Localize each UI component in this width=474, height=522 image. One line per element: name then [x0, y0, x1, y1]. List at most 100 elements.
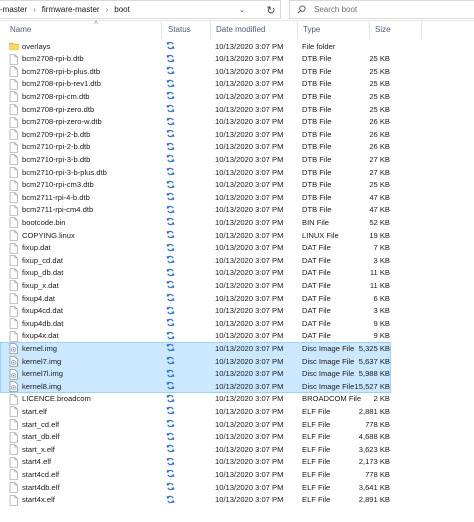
sync-status-icon: [166, 129, 175, 141]
file-row[interactable]: kernel8.img 10/13/2020 3:07 PM Disc Image …: [0, 380, 474, 393]
file-icon: [9, 431, 18, 443]
file-row[interactable]: start4cd.elf 10/13/2020 3:07 PM ELF File 77…: [0, 468, 474, 481]
file-row[interactable]: start4.elf 10/13/2020 3:07 PM ELF File 2,17…: [0, 456, 474, 469]
file-row[interactable]: bcm2708-rpi-b.dtb 10/13/2020 3:07 PM DTB F…: [0, 53, 474, 66]
file-icon: [9, 204, 18, 216]
file-icon: [9, 393, 18, 405]
file-size: 3 KB: [373, 255, 390, 265]
file-date-modified: 10/13/2020 3:07 PM: [215, 205, 284, 215]
file-row[interactable]: kernel7.img 10/13/2020 3:07 PM Disc Image …: [0, 355, 474, 368]
file-row[interactable]: start_db.elf 10/13/2020 3:07 PM ELF File 4,…: [0, 431, 474, 444]
file-type: DAT File: [302, 243, 331, 253]
sync-status-icon: [166, 482, 175, 494]
file-row[interactable]: bcm2710-rpi-cm3.dtb 10/13/2020 3:07 PM DTB…: [0, 179, 474, 192]
file-name: fixup.dat: [22, 243, 51, 253]
file-name: start.elf: [22, 406, 47, 416]
file-name: kernel.img: [22, 343, 58, 353]
file-row[interactable]: bcm2709-rpi-2-b.dtb 10/13/2020 3:07 PM DTB…: [0, 128, 474, 141]
sync-status-icon: [166, 469, 175, 481]
sync-status-icon: [166, 394, 175, 406]
file-name: bcm2708-rpi-zero-w.dtb: [22, 117, 102, 127]
file-name: kernel8.img: [22, 381, 62, 391]
file-row[interactable]: kernel7l.img 10/13/2020 3:07 PM Disc Image…: [0, 367, 474, 381]
column-divider[interactable]: [297, 21, 298, 39]
file-row[interactable]: bootcode.bin 10/13/2020 3:07 PM BIN File 52…: [0, 216, 474, 229]
file-row[interactable]: bcm2710-rpi-2-b.dtb 10/13/2020 3:07 PM DTB…: [0, 141, 474, 154]
refresh-icon[interactable]: ↻: [262, 2, 280, 19]
breadcrumb-separator-icon[interactable]: ›: [33, 5, 36, 14]
file-size: 25 KB: [369, 66, 390, 76]
breadcrumb-firmware-master[interactable]: firmware-master: [42, 5, 100, 14]
file-name: start_db.elf: [22, 432, 60, 442]
file-row[interactable]: start.elf 10/13/2020 3:07 PM ELF File 2,881…: [0, 405, 474, 418]
file-row[interactable]: bcm2710-rpi-3-b.dtb 10/13/2020 3:07 PM DTB…: [0, 153, 474, 166]
file-type: Disc Image File: [302, 356, 355, 366]
file-size: 2,881 KB: [358, 406, 390, 416]
file-row[interactable]: fixup_db.dat 10/13/2020 3:07 PM DAT File 11…: [0, 267, 474, 280]
file-name: bootcode.bin: [22, 217, 66, 227]
column-header-name[interactable]: Name: [10, 25, 31, 34]
file-row[interactable]: LICENCE.broadcom 10/13/2020 3:07 PM BROADC…: [0, 393, 474, 406]
breadcrumb-separator-icon[interactable]: ›: [106, 5, 109, 14]
file-row[interactable]: bcm2711-rpi-4-b.dtb 10/13/2020 3:07 PM DTB…: [0, 191, 474, 204]
file-row[interactable]: COPYING.linux 10/13/2020 3:07 PM LINUX Fil…: [0, 229, 474, 242]
file-row[interactable]: start4db.elf 10/13/2020 3:07 PM ELF File 3,…: [0, 481, 474, 494]
file-date-modified: 10/13/2020 3:07 PM: [215, 444, 284, 454]
file-date-modified: 10/13/2020 3:07 PM: [215, 369, 284, 379]
file-row[interactable]: bcm2708-rpi-b-plus.dtb 10/13/2020 3:07 PM…: [0, 65, 474, 78]
file-row[interactable]: fixup4x.dat 10/13/2020 3:07 PM DAT File 9 K…: [0, 330, 474, 343]
sync-status-icon: [166, 432, 175, 444]
file-row[interactable]: fixup_x.dat 10/13/2020 3:07 PM DAT File 11 …: [0, 279, 474, 292]
search-box[interactable]: Search boot: [289, 0, 474, 19]
breadcrumb-master[interactable]: -master: [0, 5, 27, 14]
file-type: ELF File: [302, 444, 331, 454]
sync-status-icon: [166, 268, 175, 280]
file-row[interactable]: bcm2710-rpi-3-b-plus.dtb 10/13/2020 3:07 …: [0, 166, 474, 179]
file-date-modified: 10/13/2020 3:07 PM: [215, 129, 284, 139]
column-divider[interactable]: [161, 21, 162, 39]
file-row[interactable]: bcm2711-rpi-cm4.dtb 10/13/2020 3:07 PM DTB…: [0, 204, 474, 217]
file-row[interactable]: overlays 10/13/2020 3:07 PM File folder: [0, 40, 474, 53]
file-row[interactable]: start_cd.elf 10/13/2020 3:07 PM ELF File 77…: [0, 418, 474, 431]
file-date-modified: 10/13/2020 3:07 PM: [215, 268, 284, 278]
address-history-dropdown-icon[interactable]: ⌄: [236, 4, 248, 16]
file-icon: [9, 255, 18, 266]
file-row[interactable]: fixup.dat 10/13/2020 3:07 PM DAT File 7 KB: [0, 242, 474, 255]
file-size: 2,891 KB: [358, 495, 390, 505]
file-row[interactable]: bcm2708-rpi-zero.dtb 10/13/2020 3:07 PM DT…: [0, 103, 474, 116]
file-row[interactable]: start4x.elf 10/13/2020 3:07 PM ELF File 2,8…: [0, 494, 474, 507]
address-bar[interactable]: -master › firmware-master › boot ⌄ ↻: [0, 0, 281, 19]
file-size: 4,688 KB: [358, 432, 390, 442]
column-header-size[interactable]: Size: [375, 25, 391, 34]
column-header-status[interactable]: Status: [168, 25, 191, 34]
file-row[interactable]: start_x.elf 10/13/2020 3:07 PM ELF File 3,6…: [0, 443, 474, 456]
column-header-type[interactable]: Type: [303, 25, 320, 34]
sync-status-icon: [166, 419, 175, 431]
file-name: bcm2709-rpi-2-b.dtb: [22, 129, 91, 139]
file-type: ELF File: [302, 469, 331, 479]
column-divider[interactable]: [421, 21, 422, 39]
file-size: 5,637 KB: [358, 356, 390, 366]
breadcrumb-boot[interactable]: boot: [114, 5, 130, 14]
file-name: fixup4x.dat: [22, 331, 59, 341]
column-divider[interactable]: [210, 21, 211, 39]
folder-icon: [9, 41, 19, 52]
file-row[interactable]: fixup_cd.dat 10/13/2020 3:07 PM DAT File 3 …: [0, 254, 474, 267]
file-name: start4.elf: [22, 457, 52, 467]
column-header-date-modified[interactable]: Date modified: [216, 25, 265, 34]
file-row[interactable]: fixup4db.dat 10/13/2020 3:07 PM DAT File 9 …: [0, 317, 474, 330]
file-row[interactable]: bcm2708-rpi-zero-w.dtb 10/13/2020 3:07 PM…: [0, 116, 474, 129]
file-name: bcm2710-rpi-2-b.dtb: [22, 142, 91, 152]
file-row[interactable]: fixup4.dat 10/13/2020 3:07 PM DAT File 6 KB: [0, 292, 474, 305]
file-type: BROADCOM File: [302, 394, 362, 404]
file-size: 11 KB: [369, 268, 390, 278]
file-row[interactable]: kernel.img 10/13/2020 3:07 PM Disc Image F…: [0, 342, 474, 355]
file-size: 9 KB: [373, 318, 390, 328]
file-type: ELF File: [302, 482, 331, 492]
file-name: start4x.elf: [22, 495, 55, 505]
column-divider[interactable]: [369, 21, 370, 39]
sync-status-icon: [166, 192, 175, 204]
file-row[interactable]: bcm2708-rpi-b-rev1.dtb 10/13/2020 3:07 PM…: [0, 78, 474, 91]
file-row[interactable]: fixup4cd.dat 10/13/2020 3:07 PM DAT File 3 …: [0, 305, 474, 318]
file-row[interactable]: bcm2708-rpi-cm.dtb 10/13/2020 3:07 PM DTB …: [0, 90, 474, 103]
